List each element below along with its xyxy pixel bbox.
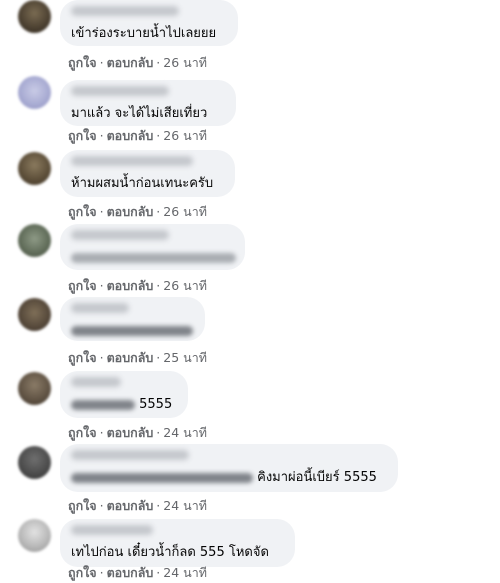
comment-timestamp[interactable]: 26 นาที (163, 128, 207, 143)
like-button[interactable]: ถูกใจ (68, 278, 97, 293)
comment-actions: ถูกใจ · ตอบกลับ · 24 นาที (68, 423, 207, 443)
avatar[interactable] (18, 0, 51, 33)
reply-button[interactable]: ตอบกลับ (107, 350, 154, 365)
reply-button[interactable]: ตอบกลับ (107, 128, 154, 143)
blurred-author-name[interactable] (71, 86, 169, 96)
blurred-mention-text (71, 399, 135, 410)
comment-bubble: 5555 (60, 371, 188, 418)
separator-dot: · (99, 498, 104, 513)
separator-dot: · (99, 55, 104, 70)
separator-dot: · (99, 204, 104, 219)
like-button[interactable]: ถูกใจ (68, 204, 97, 219)
comment-actions: ถูกใจ · ตอบกลับ · 26 นาที (68, 202, 207, 222)
reply-button[interactable]: ตอบกลับ (107, 204, 154, 219)
like-button[interactable]: ถูกใจ (68, 425, 97, 440)
comment-text: 5555 (71, 396, 177, 413)
separator-dot: · (99, 425, 104, 440)
avatar[interactable] (18, 372, 51, 405)
avatar[interactable] (18, 224, 51, 257)
blurred-author-name[interactable] (71, 156, 193, 166)
like-button[interactable]: ถูกใจ (68, 498, 97, 513)
comment-actions: ถูกใจ · ตอบกลับ · 24 นาที (68, 496, 207, 516)
blurred-author-name[interactable] (71, 377, 121, 387)
comment-bubble (60, 297, 205, 341)
blurred-mention-text (71, 472, 253, 483)
comment-actions: ถูกใจ · ตอบกลับ · 26 นาที (68, 53, 207, 73)
reply-button[interactable]: ตอบกลับ (107, 425, 154, 440)
avatar[interactable] (18, 298, 51, 331)
reply-button[interactable]: ตอบกลับ (107, 498, 154, 513)
separator-dot: · (156, 278, 161, 293)
avatar[interactable] (18, 519, 51, 552)
comment-text-visible: คิงมาผ่อนี้เบียร์ 5555 (257, 470, 377, 485)
separator-dot: · (156, 350, 161, 365)
comment-text: เทไปก่อน เดี๋ยวน้ำก็ลด 555 โหดจัด (71, 545, 269, 560)
separator-dot: · (156, 204, 161, 219)
separator-dot: · (156, 55, 161, 70)
comment-text (71, 249, 236, 266)
separator-dot: · (99, 350, 104, 365)
blurred-author-name[interactable] (71, 303, 129, 313)
comment-text: มาแล้ว จะได้ไม่เสียเที่ยว (71, 106, 208, 121)
separator-dot: · (156, 128, 161, 143)
like-button[interactable]: ถูกใจ (68, 128, 97, 143)
blurred-author-name[interactable] (71, 450, 189, 460)
comment-bubble (60, 224, 245, 270)
blurred-author-name[interactable] (71, 6, 179, 16)
comment-timestamp[interactable]: 26 นาที (163, 55, 207, 70)
reply-button[interactable]: ตอบกลับ (107, 278, 154, 293)
comment-actions: ถูกใจ · ตอบกลับ · 24 นาที (68, 563, 207, 583)
reply-button[interactable]: ตอบกลับ (107, 55, 154, 70)
blurred-comment-text (71, 252, 236, 263)
blurred-author-name[interactable] (71, 525, 153, 535)
comment-text: คิงมาผ่อนี้เบียร์ 5555 (71, 469, 387, 486)
comment-timestamp[interactable]: 24 นาที (163, 498, 207, 513)
separator-dot: · (99, 278, 104, 293)
comment-text (71, 322, 194, 339)
comment-actions: ถูกใจ · ตอบกลับ · 26 นาที (68, 276, 207, 296)
separator-dot: · (156, 425, 161, 440)
comment-text: เข้าร่องระบายน้ำไปเลยยย (71, 26, 217, 41)
avatar[interactable] (18, 446, 51, 479)
comment-actions: ถูกใจ · ตอบกลับ · 26 นาที (68, 126, 207, 146)
blurred-comment-text (71, 325, 193, 336)
comment-timestamp[interactable]: 26 นาที (163, 278, 207, 293)
comment-bubble: คิงมาผ่อนี้เบียร์ 5555 (60, 444, 398, 492)
avatar[interactable] (18, 152, 51, 185)
like-button[interactable]: ถูกใจ (68, 350, 97, 365)
blurred-author-name[interactable] (71, 230, 169, 240)
like-button[interactable]: ถูกใจ (68, 55, 97, 70)
avatar[interactable] (18, 76, 51, 109)
comment-bubble: ห้ามผสมน้ำก่อนเทนะครับ (60, 150, 235, 197)
comment-bubble: เทไปก่อน เดี๋ยวน้ำก็ลด 555 โหดจัด (60, 519, 295, 567)
separator-dot: · (156, 498, 161, 513)
comment-timestamp[interactable]: 25 นาที (163, 350, 207, 365)
separator-dot: · (99, 128, 104, 143)
comment-actions: ถูกใจ · ตอบกลับ · 25 นาที (68, 348, 207, 368)
comment-timestamp[interactable]: 24 นาที (163, 425, 207, 440)
comment-timestamp[interactable]: 26 นาที (163, 204, 207, 219)
comment-bubble: มาแล้ว จะได้ไม่เสียเที่ยว (60, 80, 236, 126)
comment-text: ห้ามผสมน้ำก่อนเทนะครับ (71, 176, 214, 191)
comment-bubble: เข้าร่องระบายน้ำไปเลยยย (60, 0, 238, 46)
comment-text-visible: 5555 (139, 397, 173, 412)
